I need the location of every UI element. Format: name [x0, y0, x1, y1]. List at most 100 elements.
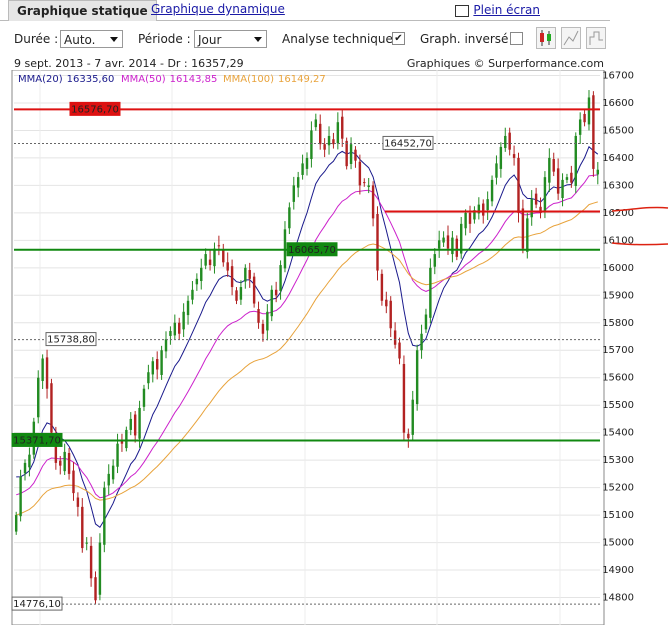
candle-body: [85, 542, 88, 544]
inverse-checkbox[interactable]: [510, 32, 523, 45]
candle-body: [495, 163, 498, 178]
tab-static-chart[interactable]: Graphique statique: [8, 0, 157, 21]
candle-body: [429, 267, 432, 318]
candle-body: [226, 262, 229, 271]
candle-body: [230, 266, 234, 288]
fullscreen-link[interactable]: Plein écran: [455, 1, 540, 19]
candle-body: [178, 322, 181, 334]
candle-body: [327, 135, 331, 146]
candle-body: [596, 169, 600, 175]
candle-body: [76, 497, 80, 507]
candle-body: [235, 290, 238, 301]
candle-body: [437, 240, 441, 249]
candle-body: [393, 330, 397, 345]
candlestick-button[interactable]: [536, 27, 556, 49]
duree-select[interactable]: Auto.: [60, 30, 123, 48]
candle-body: [371, 185, 375, 219]
candle-body: [103, 487, 106, 545]
level-label: 16452,70: [384, 138, 432, 149]
candle-body: [301, 163, 304, 175]
candle-body: [288, 207, 291, 229]
candle-body: [592, 95, 595, 169]
analyse-checkbox[interactable]: ✔: [392, 32, 405, 45]
candle-body: [534, 193, 538, 205]
candle-body: [415, 350, 419, 405]
periode-select[interactable]: Jour: [194, 30, 267, 48]
legend-mma50: MMA(50) 16143,85: [121, 74, 217, 85]
fullscreen-label: Plein écran: [473, 3, 540, 17]
candle-body: [279, 265, 282, 291]
candle-body: [411, 399, 414, 435]
candle-body: [292, 185, 295, 202]
level-label: 16065,70: [288, 245, 336, 256]
candle-body: [508, 132, 511, 150]
candle-body: [94, 577, 97, 601]
candle-body: [314, 119, 318, 128]
candle-body: [517, 157, 520, 213]
candle-body: [521, 208, 525, 249]
candle-body: [363, 182, 366, 184]
candle-body: [543, 177, 547, 211]
candle-body: [222, 250, 225, 263]
candle-body: [142, 388, 146, 407]
candle-body: [133, 414, 137, 436]
candle-body: [455, 238, 459, 257]
candle-body: [173, 322, 177, 336]
candle-body: [323, 144, 326, 150]
inverse-label: Graph. inversé :: [420, 32, 517, 46]
candle-body: [354, 149, 357, 161]
candle-body: [526, 218, 529, 252]
candle-body: [407, 433, 410, 439]
candle-body: [81, 506, 84, 549]
candle-body: [125, 429, 128, 449]
candle-body: [433, 254, 436, 267]
candle-body: [266, 311, 269, 331]
candle-body: [341, 116, 344, 139]
duree-value: Auto.: [64, 33, 96, 47]
y-tick-label: 16700: [602, 70, 634, 81]
date-range: 9 sept. 2013 - 7 avr. 2014 - Dr : 16357,…: [14, 57, 244, 70]
candle-body: [490, 179, 494, 202]
candle-body: [376, 213, 379, 271]
chart-controls: Durée : Auto. Période : Jour Analyse tec…: [14, 27, 610, 51]
candle-body: [19, 476, 22, 517]
candle-body: [319, 123, 322, 145]
analyse-label: Analyse technique :: [282, 32, 401, 46]
candle-body: [191, 289, 194, 300]
y-tick-label: 15300: [602, 455, 634, 466]
candle-body: [402, 363, 406, 433]
y-tick-label: 15900: [602, 290, 634, 301]
y-tick-label: 15200: [602, 483, 634, 494]
candle-body: [169, 331, 172, 336]
level-label: 15738,80: [47, 335, 95, 346]
candle-body: [367, 185, 370, 188]
y-tick-label: 15100: [602, 510, 634, 521]
candle-body: [186, 300, 190, 316]
candle-body: [261, 323, 265, 334]
candle-body: [561, 179, 564, 199]
candle-body: [499, 146, 503, 169]
hand-drawn-red-line: [611, 242, 669, 246]
ohlc-icon: [589, 31, 603, 45]
candle-body: [583, 113, 586, 123]
candle-body: [217, 245, 221, 247]
y-tick-label: 15500: [602, 400, 634, 411]
candle-body: [446, 235, 450, 249]
chevron-down-icon: [254, 37, 262, 42]
candle-body: [89, 545, 93, 579]
candle-body: [248, 270, 251, 279]
candle-body: [195, 278, 199, 285]
candle-body: [59, 460, 62, 466]
tab-bar: Graphique statique Graphique dynamique P…: [0, 0, 610, 21]
candle-body: [239, 287, 243, 300]
tab-dynamic-chart[interactable]: Graphique dynamique: [151, 0, 285, 19]
candle-body: [482, 203, 485, 216]
y-tick-label: 15800: [602, 318, 634, 329]
candle-body: [336, 122, 340, 144]
chart-source: Graphiques © Surperformance.com: [406, 57, 604, 70]
candle-body: [486, 199, 489, 211]
line-chart-button[interactable]: [561, 27, 581, 49]
candle-body: [380, 273, 384, 301]
y-tick-label: 16000: [602, 263, 634, 274]
bar-chart-button[interactable]: [586, 27, 606, 49]
